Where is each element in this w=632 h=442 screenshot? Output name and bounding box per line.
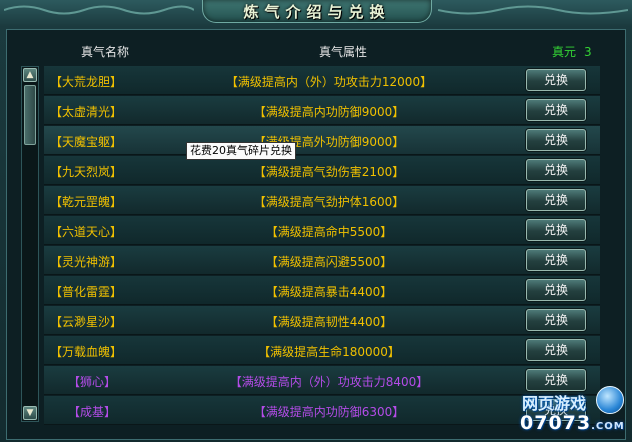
table-row: 【普化雷霆】 【满级提高暴击4400】 兑换 xyxy=(44,276,600,305)
exchange-button[interactable]: 兑换 xyxy=(526,309,586,331)
qi-name: 【云渺星沙】 xyxy=(50,315,123,329)
mascot-logo-icon xyxy=(596,386,624,414)
title-plate: 炼气介绍与兑换 xyxy=(202,0,432,23)
exchange-button[interactable]: 兑换 xyxy=(526,129,586,151)
exchange-button[interactable]: 兑换 xyxy=(526,69,586,91)
exchange-button[interactable]: 兑换 xyxy=(526,159,586,181)
qi-name: 【太虚清光】 xyxy=(50,105,123,119)
watermark-logo: 网页游戏 07073.COM xyxy=(500,380,632,442)
exchange-button[interactable]: 兑换 xyxy=(526,99,586,121)
qi-name: 【普化雷霆】 xyxy=(50,285,123,299)
table-row: 【乾元罡魄】 【满级提高气劲护体1600】 兑换 xyxy=(44,186,600,215)
exchange-tooltip: 花费20真气碎片兑换 xyxy=(186,142,296,160)
qi-name: 【天魔宝躯】 xyxy=(50,135,123,149)
qi-attribute: 【满级提高气劲护体1600】 xyxy=(253,195,405,209)
table-row: 【九天烈岚】 【满级提高气劲伤害2100】 兑换 xyxy=(44,156,600,185)
qi-attribute: 【满级提高气劲伤害2100】 xyxy=(253,165,405,179)
qi-name: 【九天烈岚】 xyxy=(50,165,123,179)
frame-ornament-left-icon xyxy=(4,5,194,15)
watermark-number: 07073 xyxy=(520,412,592,434)
table-row: 【太虚清光】 【满级提高内功防御9000】 兑换 xyxy=(44,96,600,125)
exchange-button[interactable]: 兑换 xyxy=(526,279,586,301)
qi-attribute: 【满级提高闪避5500】 xyxy=(265,255,393,269)
table-row: 【万载血魄】 【满级提高生命180000】 兑换 xyxy=(44,336,600,365)
exchange-button[interactable]: 兑换 xyxy=(526,219,586,241)
list-scrollbar[interactable]: ▲ ▼ xyxy=(21,66,39,422)
table-row: 【天魔宝躯】 【满级提高外功防御9000】 兑换 xyxy=(44,126,600,155)
watermark-top-text: 网页游戏 xyxy=(522,394,587,413)
qi-name: 【灵光神游】 xyxy=(50,255,123,269)
qi-name: 【狮心】 xyxy=(68,375,117,389)
window-title: 炼气介绍与兑换 xyxy=(243,3,391,21)
qi-attribute: 【满级提高暴击4400】 xyxy=(265,285,393,299)
qi-name: 【六道天心】 xyxy=(50,225,123,239)
zhenyuan-counter: 真元 3 xyxy=(552,43,592,60)
qi-attribute: 【满级提高内功防御6300】 xyxy=(253,405,405,419)
table-row: 【云渺星沙】 【满级提高韧性4400】 兑换 xyxy=(44,306,600,335)
frame-ornament-right-icon xyxy=(438,5,628,15)
zhenyuan-label: 真元 xyxy=(552,45,577,59)
column-header-name: 真气名称 xyxy=(80,45,129,59)
qi-list: 【大荒龙胆】 【满级提高内（外）功攻击力12000】 兑换 【太虚清光】 【满级… xyxy=(44,66,600,426)
scroll-up-icon[interactable]: ▲ xyxy=(23,68,37,82)
qi-attribute: 【满级提高生命180000】 xyxy=(258,345,400,359)
scrollbar-thumb[interactable] xyxy=(24,85,36,145)
watermark-suffix: .COM xyxy=(591,421,625,432)
exchange-button[interactable]: 兑换 xyxy=(526,249,586,271)
scroll-down-icon[interactable]: ▼ xyxy=(23,406,37,420)
qi-name: 【大荒龙胆】 xyxy=(50,75,123,89)
table-row: 【灵光神游】 【满级提高闪避5500】 兑换 xyxy=(44,246,600,275)
table-row: 【大荒龙胆】 【满级提高内（外）功攻击力12000】 兑换 xyxy=(44,66,600,95)
qi-attribute: 【满级提高命中5500】 xyxy=(265,225,393,239)
exchange-button[interactable]: 兑换 xyxy=(526,339,586,361)
qi-name: 【成基】 xyxy=(68,405,117,419)
exchange-button[interactable]: 兑换 xyxy=(526,189,586,211)
qi-name: 【乾元罡魄】 xyxy=(50,195,123,209)
table-header: 真气名称 真气属性 真元 3 xyxy=(0,40,632,62)
column-header-attribute: 真气属性 xyxy=(318,45,367,59)
zhenyuan-value: 3 xyxy=(584,45,592,59)
qi-name: 【万载血魄】 xyxy=(50,345,123,359)
qi-attribute: 【满级提高内（外）功攻击力8400】 xyxy=(229,375,429,389)
qi-attribute: 【满级提高内（外）功攻击力12000】 xyxy=(225,75,433,89)
watermark-bottom-text: 07073.COM xyxy=(520,412,625,434)
qi-attribute: 【满级提高韧性4400】 xyxy=(265,315,393,329)
qi-attribute: 【满级提高内功防御9000】 xyxy=(253,105,405,119)
table-row: 【六道天心】 【满级提高命中5500】 兑换 xyxy=(44,216,600,245)
